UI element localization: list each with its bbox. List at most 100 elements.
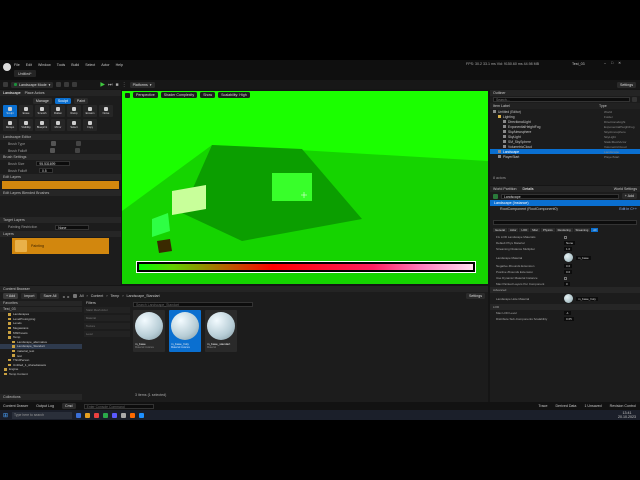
place-actors-tab[interactable]: Place Actors [25,91,45,95]
level-viewport[interactable]: Perspective Shader Complexity Show Scala… [122,91,488,284]
stop-icon[interactable]: ■ [116,82,119,88]
filter-tab-physics[interactable]: Physics [541,227,555,232]
edit-layer-item[interactable] [2,181,119,189]
filter-item[interactable]: Material [84,315,130,321]
taskbar-app-icon[interactable] [121,412,127,418]
details-tab[interactable]: Details [523,187,534,191]
add-component-button[interactable]: + Add [621,193,637,199]
filter-item[interactable]: Level [84,331,130,337]
outliner-row[interactable]: Landscape Landscape [490,149,640,154]
property-value[interactable]: m_base [576,255,591,260]
paint-layer-item[interactable]: Painting [12,238,109,254]
taskbar-app-icon[interactable] [76,412,82,418]
material-thumbnail[interactable] [564,253,573,262]
property-value[interactable]: 0.65 [564,317,574,321]
unreal-logo-icon[interactable] [3,63,11,71]
menu-help[interactable]: Help [116,63,123,67]
layers-header[interactable]: Layers [0,231,121,237]
col-type[interactable]: Type [599,104,607,108]
filter-icon[interactable] [632,97,637,102]
outliner-row[interactable]: ExponentialHeightFog ExponentialHeightFog [490,124,640,129]
brush-size-field[interactable]: 95.531699 [36,161,71,166]
tool-visibility[interactable]: Visibility [19,119,33,131]
landscape-panel-tab[interactable]: Landscape [3,91,21,95]
property-value[interactable]: None [564,241,576,245]
scalability-button[interactable]: Scalability: High [218,92,250,98]
asset-tile[interactable]: m_base_holy Material Instance [169,310,201,352]
maximize-icon[interactable]: □ [611,61,613,65]
crumb-landscape-standart[interactable]: Landscape_Standart [127,294,160,298]
actor-name-field[interactable]: Landscape [501,193,619,199]
settings-button[interactable]: Settings [617,81,636,88]
world-settings-tab[interactable]: World Settings [614,187,637,191]
property-checkbox[interactable] [564,276,567,280]
step-icon[interactable]: ⏭ [108,82,113,88]
blueprint-icon[interactable] [64,82,70,87]
painting-restriction-dropdown[interactable]: None [55,224,90,230]
outliner-row[interactable]: DirectionalLight DirectionalLight [490,119,640,124]
edit-layers-blend-header[interactable]: Edit Layers Blended Brushes [0,190,121,196]
outliner-search-input[interactable]: Search... [493,97,630,102]
taskbar-app-icon[interactable] [103,412,109,418]
menu-file[interactable]: File [14,63,20,67]
tool-ramp[interactable]: Ramp [67,105,81,117]
cmd-dropdown[interactable]: Cmd [61,403,76,409]
filter-tab-streaming[interactable]: Streaming [573,227,591,232]
taskbar-search-input[interactable]: Type here to search [12,411,73,419]
history-back-icon[interactable]: ◂ [62,294,64,299]
outliner-row[interactable]: SkyAtmosphere SkyAtmosphere [490,129,640,134]
property-value[interactable]: -1 [564,311,571,315]
outliner-row[interactable]: SkyLight SkyLight [490,134,640,139]
brush-alpha-icon[interactable] [76,141,82,146]
property-value[interactable]: 0.0 [564,264,573,268]
property-value[interactable]: 1.0 [564,247,573,251]
menu-build[interactable]: Build [71,63,79,67]
menu-actor[interactable]: Actor [101,63,109,67]
cinematics-icon[interactable] [72,82,78,87]
falloff-smooth-icon[interactable] [49,148,55,153]
property-checkbox[interactable] [564,235,567,239]
crumb-content[interactable]: Content [91,294,104,298]
menu-tools[interactable]: Tools [57,63,65,67]
brush-falloff-field[interactable]: 0.5 [38,168,53,173]
edit-cpp-link[interactable]: Edit in C++ [619,207,637,211]
trace-button[interactable]: Trace [538,404,547,408]
brush-circle-icon[interactable] [51,141,57,146]
outliner-row[interactable]: Untitled (Editor) World [490,109,640,114]
component-row[interactable]: RootComponent (RootComponent0) Edit in C… [490,206,640,212]
filter-tab-rendering[interactable]: Rendering [555,227,573,232]
close-icon[interactable]: ✕ [618,61,621,65]
tool-erosion[interactable]: Erosion [83,105,97,117]
tool-noise[interactable]: Noise [99,105,113,117]
filter-tab-all[interactable]: All [591,227,599,232]
tool-flatten[interactable]: Flatten [51,105,65,117]
asset-tile[interactable]: m_base_standart Material [205,310,237,352]
perspective-button[interactable]: Perspective [133,92,158,98]
taskbar-clock[interactable]: 13:41 20.10.2023 [618,411,636,419]
content-browser-title[interactable]: Content Browser [3,287,30,291]
outliner-row[interactable]: PlayerStart PlayerStart [490,154,640,159]
tool-sculpt[interactable]: Sculpt [3,105,17,117]
world-partition-tab[interactable]: World Partition [493,187,517,191]
history-forward-icon[interactable]: ▸ [68,294,70,299]
property-value[interactable]: m_base_holy [576,296,598,301]
tool-smooth[interactable]: Smooth [35,105,49,117]
revision-control-button[interactable]: Revision Control [610,404,636,408]
material-thumbnail[interactable] [564,294,573,303]
filter-tab-actor[interactable]: Actor [507,227,519,232]
asset-search-input[interactable]: Search Landscape_Standart [133,302,253,307]
outliner-row[interactable]: VolumetricCloud VolumetricCloud [490,144,640,149]
viewport-menu-icon[interactable] [125,92,130,98]
asset-tile[interactable]: m_base Material Instance [133,310,165,352]
console-input[interactable]: Enter Console Command [83,403,154,409]
tool-blueprint[interactable]: Blueprint [35,119,49,131]
shader-complexity-button[interactable]: Shader Complexity [160,92,198,98]
output-log-button[interactable]: Output Log [36,404,54,408]
import-button[interactable]: Import [21,293,38,299]
falloff-linear-icon[interactable] [74,148,80,153]
tool-copy[interactable]: Copy [83,119,97,131]
level-tab[interactable]: Untitled* [14,70,36,77]
collections-header[interactable]: Collections [0,394,82,400]
save-icon[interactable] [3,82,8,87]
filter-tab-misc[interactable]: Misc [530,227,540,232]
